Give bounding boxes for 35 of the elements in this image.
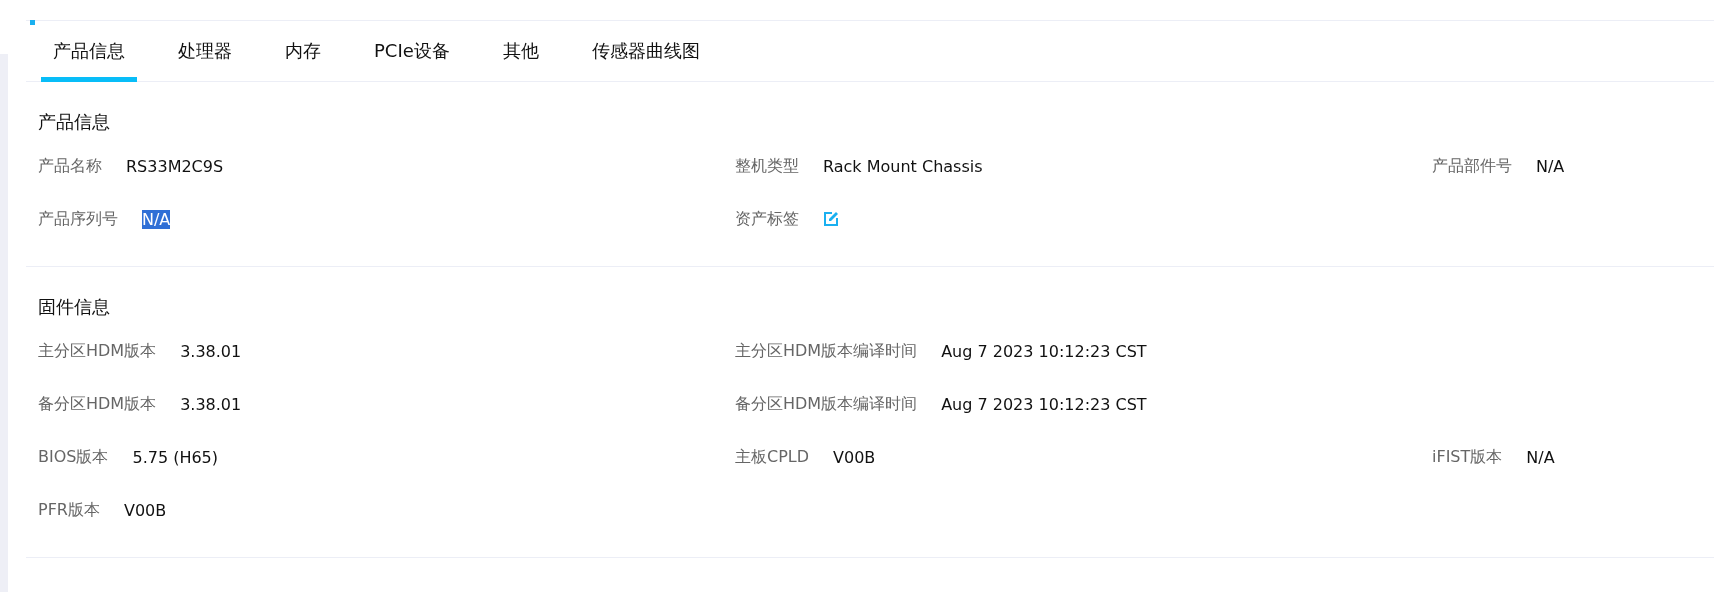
field-label: 整机类型 [735,155,799,177]
tab[interactable]: 内存 [273,21,333,82]
field-value: 3.38.01 [180,341,242,361]
field-value: 3.38.01 [180,394,242,414]
field-label: BIOS版本 [38,446,109,468]
field-label: 主分区HDM版本编译时间 [735,340,918,362]
tab[interactable]: 传感器曲线图 [579,21,712,82]
section-title: 产品信息 [38,110,111,134]
tab[interactable]: 其他 [490,21,551,82]
field-value: N/A [1526,447,1555,467]
field-value: Aug 7 2023 10:12:23 CST [941,394,1147,414]
field-label: 产品序列号 [38,208,118,230]
edit-icon[interactable] [823,211,839,227]
field-value: 5.75 (H65) [132,447,219,467]
title-accent-bar [30,20,35,25]
tab[interactable]: 处理器 [166,21,244,82]
field-value: N/A [142,209,171,229]
field-value: Aug 7 2023 10:12:23 CST [941,341,1147,361]
field-label: 备分区HDM版本编译时间 [735,393,918,415]
field-label: 备分区HDM版本 [38,393,157,415]
field-value: Rack Mount Chassis [823,156,983,176]
field-label: 主板CPLD [735,446,810,468]
field-value: N/A [1536,156,1565,176]
field-value: RS33M2C9S [126,156,224,176]
field-label: 产品部件号 [1432,155,1512,177]
field-label: iFIST版本 [1432,446,1503,468]
tab[interactable]: 产品信息 [41,21,137,82]
field-label: PFR版本 [38,499,100,521]
tab[interactable]: PCIe设备 [362,21,462,82]
section-title: 固件信息 [38,295,111,319]
field-label: 资产标签 [735,208,799,230]
field-value: V00B [123,500,167,520]
field-value: V00B [833,447,876,467]
field-label: 产品名称 [38,155,102,177]
field-label: 主分区HDM版本 [38,340,157,362]
